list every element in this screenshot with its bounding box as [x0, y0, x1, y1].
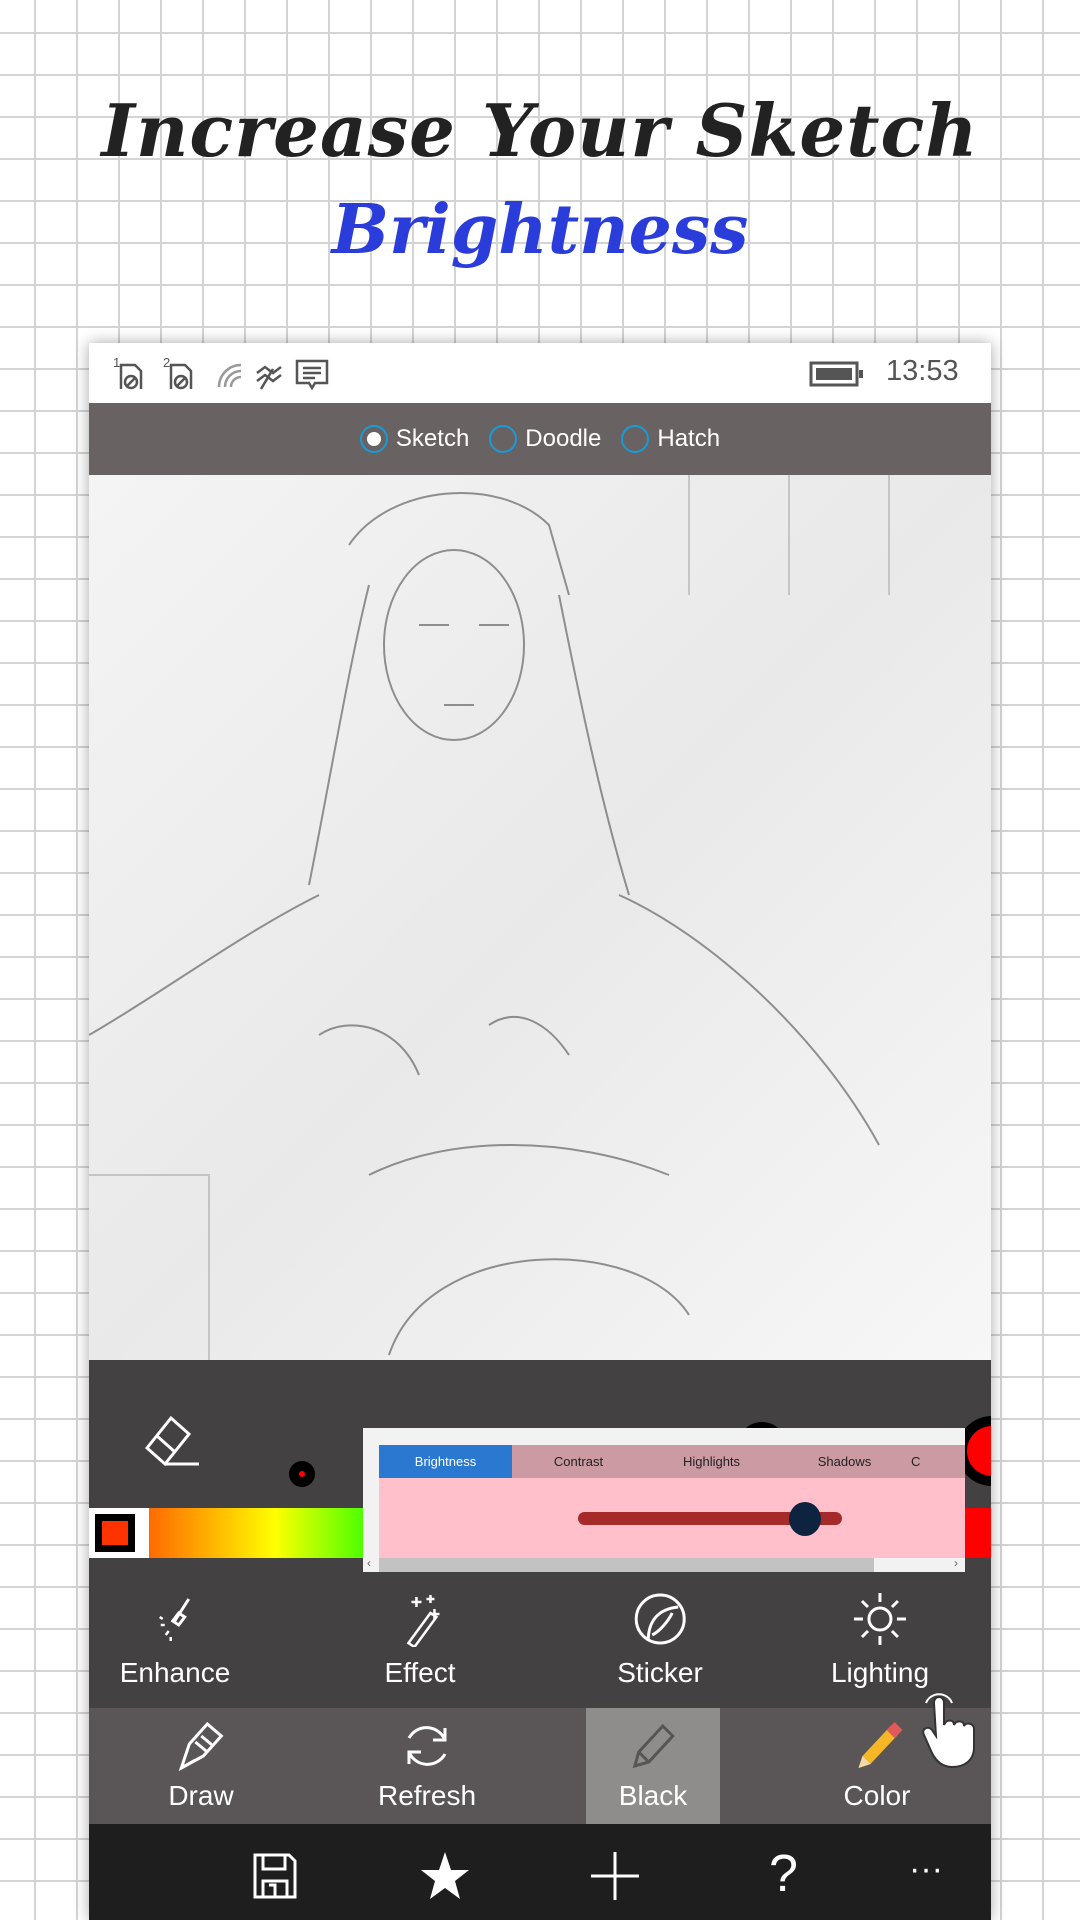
- app-bar: ? ···: [89, 1824, 991, 1920]
- slider-thumb[interactable]: [789, 1502, 822, 1536]
- battery-icon: [809, 361, 863, 387]
- button-label: Color: [843, 1780, 911, 1811]
- adjust-panel: Brightness Contrast Highlights Shadows C…: [363, 1428, 965, 1572]
- svg-text:2: 2: [163, 355, 170, 370]
- tools-row-secondary: Draw Refresh Black Color: [89, 1708, 991, 1824]
- sketch-image[interactable]: [89, 475, 991, 1360]
- draw-pen-icon: [178, 1721, 224, 1772]
- brush-size-small[interactable]: [289, 1461, 315, 1487]
- mode-selector: Sketch Doodle Hatch: [89, 403, 991, 475]
- button-label: Black: [618, 1780, 688, 1811]
- button-label: Refresh: [377, 1780, 477, 1811]
- star-icon[interactable]: [419, 1850, 471, 1900]
- headline-line1: Increase Your Sketch: [101, 88, 979, 173]
- radio-label: Sketch: [395, 425, 470, 452]
- color-pencil-icon: [858, 1722, 903, 1768]
- adjust-body: [379, 1478, 965, 1558]
- magic-wand-icon: [406, 1595, 439, 1647]
- sun-icon: [854, 1593, 906, 1645]
- button-label: Sticker: [617, 1657, 703, 1688]
- tab-contrast[interactable]: Contrast: [512, 1445, 645, 1478]
- horizontal-scrollbar[interactable]: ‹ ›: [367, 1556, 965, 1572]
- radio-label: Doodle: [525, 425, 602, 452]
- button-label: Lighting: [830, 1657, 930, 1688]
- help-icon[interactable]: ?: [769, 1844, 798, 1904]
- more-icon[interactable]: ···: [909, 1850, 943, 1889]
- button-label: Enhance: [119, 1657, 231, 1688]
- button-label: Effect: [384, 1657, 456, 1688]
- sticker-icon: [634, 1593, 686, 1645]
- tab-shadows[interactable]: Shadows: [778, 1445, 911, 1478]
- refresh-button[interactable]: Refresh: [378, 1720, 476, 1812]
- tab-highlights[interactable]: Highlights: [645, 1445, 778, 1478]
- clock: 13:53: [886, 355, 959, 387]
- pencil-outline-icon: [632, 1723, 676, 1769]
- radio-doodle[interactable]: Doodle: [489, 425, 601, 453]
- status-bar: 1 2 13:53: [89, 343, 991, 403]
- scrollbar-thumb[interactable]: [379, 1558, 874, 1572]
- radio-hatch[interactable]: Hatch: [621, 425, 720, 453]
- scroll-right-icon[interactable]: ›: [954, 1556, 958, 1570]
- enhance-brush-icon: [159, 1598, 191, 1641]
- status-icons: 1 2: [113, 355, 329, 391]
- draw-button[interactable]: Draw: [168, 1720, 234, 1812]
- tab-more[interactable]: C: [911, 1445, 965, 1478]
- effect-button[interactable]: Effect: [384, 1591, 456, 1689]
- current-color-swatch[interactable]: [89, 1508, 149, 1558]
- enhance-button[interactable]: Enhance: [119, 1591, 231, 1689]
- svg-text:1: 1: [113, 355, 120, 370]
- tools-row-primary: Enhance Effect Sticker Lighting: [89, 1573, 991, 1708]
- radio-label: Hatch: [657, 425, 721, 452]
- sticker-button[interactable]: Sticker: [617, 1591, 703, 1689]
- lighting-button[interactable]: Lighting: [831, 1591, 929, 1689]
- color-button[interactable]: Color: [843, 1720, 911, 1812]
- plus-icon[interactable]: [589, 1850, 641, 1902]
- tap-hand-icon: [922, 1693, 975, 1769]
- adjust-tabs: Brightness Contrast Highlights Shadows C: [379, 1445, 965, 1478]
- scroll-left-icon[interactable]: ‹: [367, 1556, 371, 1570]
- sketch-drawing: [89, 475, 890, 1360]
- phone-screen: 1 2 13:53 Sketch Doodle Hatch Brightness…: [89, 343, 991, 1920]
- headline-line2: Brightness: [331, 190, 749, 270]
- eraser-icon[interactable]: [139, 1410, 205, 1470]
- button-label: Draw: [168, 1780, 234, 1811]
- save-icon[interactable]: [252, 1852, 298, 1900]
- refresh-icon: [407, 1726, 447, 1766]
- radio-sketch[interactable]: Sketch: [359, 425, 470, 453]
- black-button[interactable]: Black: [619, 1720, 687, 1812]
- tab-brightness[interactable]: Brightness: [379, 1445, 512, 1478]
